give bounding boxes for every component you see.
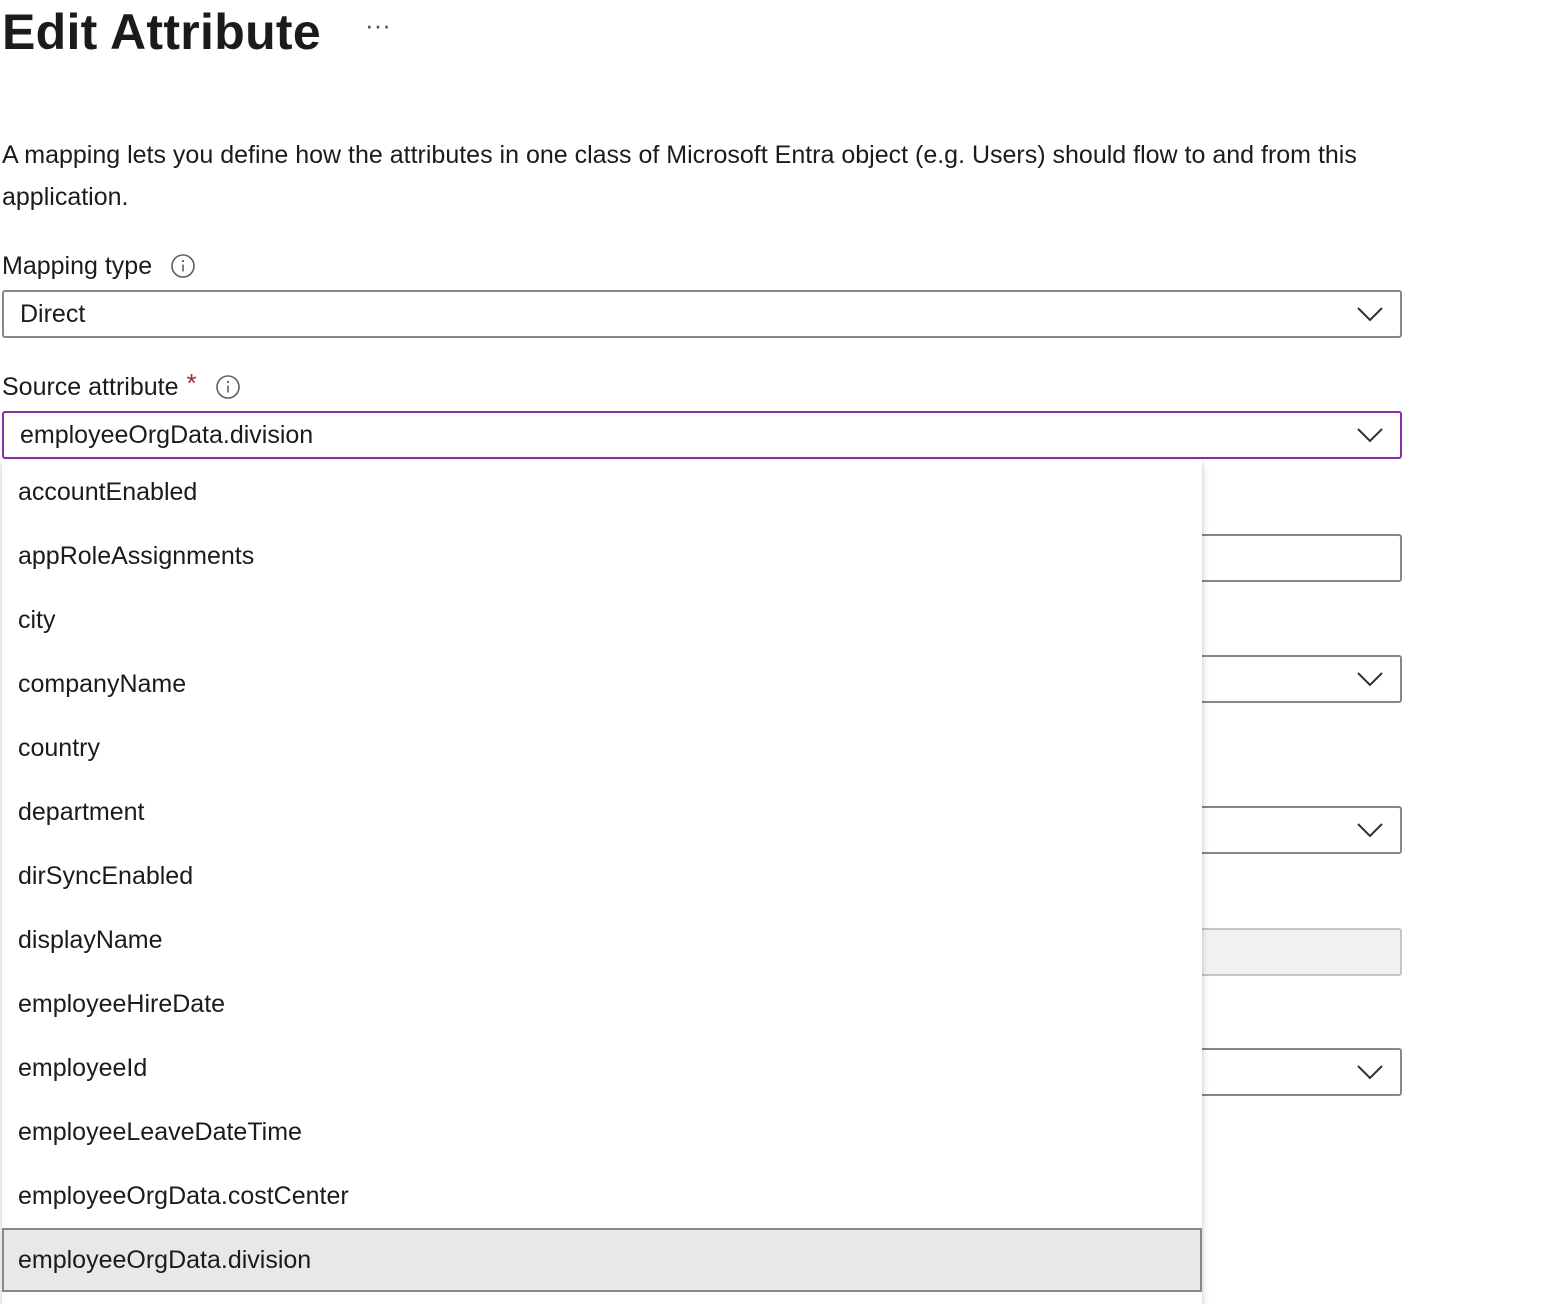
required-marker: * (186, 368, 197, 398)
source-attribute-dropdown[interactable]: employeeOrgData.division (2, 411, 1402, 459)
chevron-down-icon (1357, 428, 1383, 443)
list-item[interactable]: country (2, 716, 1202, 780)
list-item-selected[interactable]: employeeOrgData.division (2, 1228, 1202, 1292)
list-item[interactable]: employeeLeaveDateTime (2, 1100, 1202, 1164)
list-item[interactable]: department (2, 780, 1202, 844)
list-item[interactable]: companyName (2, 652, 1202, 716)
list-item[interactable]: accountEnabled (2, 460, 1202, 524)
source-attribute-listbox[interactable]: accountEnabled appRoleAssignments city c… (2, 460, 1202, 1304)
chevron-down-icon (1357, 307, 1383, 322)
source-attribute-value: employeeOrgData.division (20, 420, 314, 449)
list-item[interactable]: employeeOrgData.costCenter (2, 1164, 1202, 1228)
list-item[interactable]: employeeHireDate (2, 972, 1202, 1036)
chevron-down-icon (1357, 1065, 1383, 1080)
title-row: Edit Attribute ··· (2, 0, 391, 64)
mapping-type-value: Direct (20, 299, 86, 328)
mapping-type-label-row: Mapping type (2, 251, 196, 281)
mapping-type-label: Mapping type (2, 252, 153, 280)
list-item[interactable]: dirSyncEnabled (2, 844, 1202, 908)
list-item[interactable]: employeeId (2, 1036, 1202, 1100)
chevron-down-icon (1357, 823, 1383, 838)
mapping-description: A mapping lets you define how the attrib… (2, 141, 1357, 211)
list-item[interactable]: displayName (2, 908, 1202, 972)
info-icon[interactable] (170, 253, 196, 279)
more-options-button[interactable]: ··· (365, 12, 391, 49)
source-attribute-label: Source attribute (2, 373, 179, 401)
list-item[interactable]: appRoleAssignments (2, 524, 1202, 588)
chevron-down-icon (1357, 672, 1383, 687)
edit-attribute-page: Edit Attribute ··· A mapping lets you de… (0, 0, 1550, 1304)
page-title: Edit Attribute (2, 4, 321, 60)
info-icon[interactable] (215, 374, 241, 400)
list-item[interactable]: city (2, 588, 1202, 652)
source-attribute-label-row: Source attribute * (2, 368, 241, 402)
mapping-type-dropdown[interactable]: Direct (2, 290, 1402, 338)
